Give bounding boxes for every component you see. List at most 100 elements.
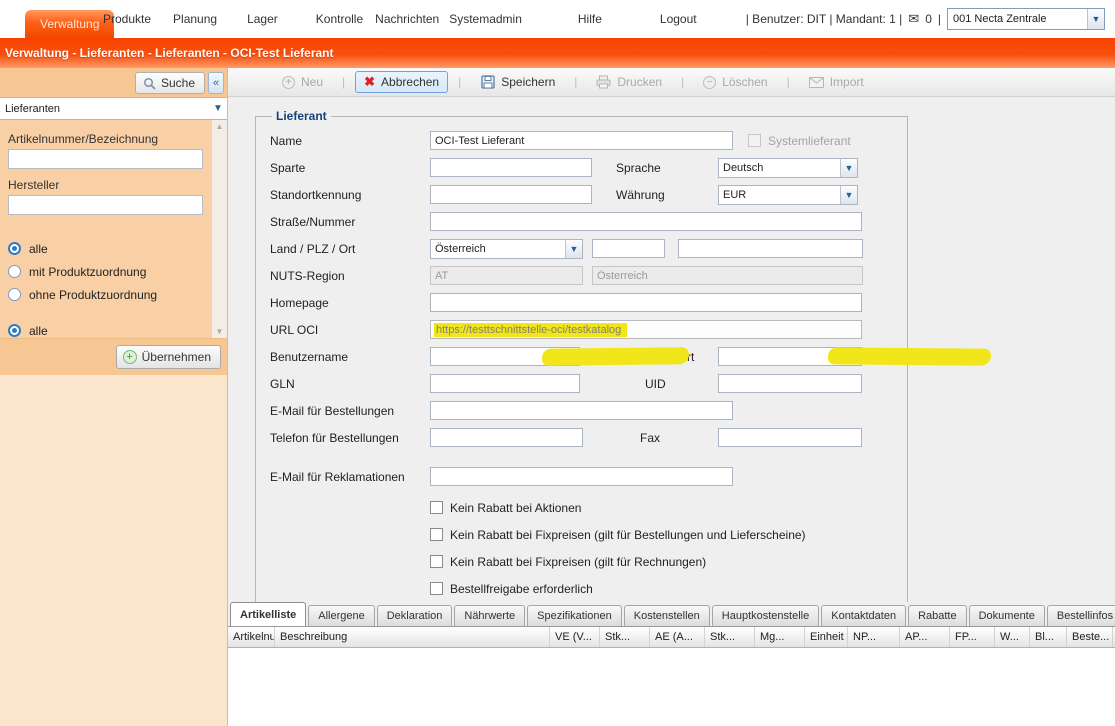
- tab-bestellinfos[interactable]: Bestellinfos: [1047, 605, 1115, 626]
- menu-planung[interactable]: Planung: [173, 12, 217, 26]
- bestellfreigabe-checkbox[interactable]: [430, 582, 443, 595]
- email-bestellungen-input[interactable]: [430, 401, 733, 420]
- tab-rabatte[interactable]: Rabatte: [908, 605, 967, 626]
- menu-produkte[interactable]: Produkte: [103, 12, 151, 26]
- email-bestellungen-label: E-Mail für Bestellungen: [270, 404, 430, 418]
- mandant-select[interactable]: 001 Necta Zentrale ▼: [947, 8, 1105, 30]
- url-oci-input[interactable]: https://testtschnittstelle-oci/testkatal…: [430, 320, 862, 339]
- col-w[interactable]: W...: [995, 627, 1030, 647]
- cancel-x-icon: ✖: [364, 74, 375, 90]
- tab-dokumente[interactable]: Dokumente: [969, 605, 1045, 626]
- search-button[interactable]: Suche: [135, 72, 205, 94]
- col-artikelnummer[interactable]: Artikelnu...: [228, 627, 275, 647]
- menu-lager[interactable]: Lager: [247, 12, 278, 26]
- speichern-button[interactable]: Speichern: [471, 72, 564, 93]
- radio-alle-2[interactable]: alle: [8, 319, 203, 338]
- uebernehmen-button[interactable]: + Übernehmen: [116, 345, 221, 369]
- collapse-sidebar-button[interactable]: «: [208, 72, 224, 94]
- url-oci-label: URL OCI: [270, 323, 430, 337]
- radio-alle[interactable]: alle: [8, 237, 203, 260]
- fax-input[interactable]: [718, 428, 862, 447]
- waehrung-label: Währung: [616, 188, 718, 202]
- gln-input[interactable]: [430, 374, 580, 393]
- import-label: Import: [830, 75, 864, 89]
- tab-bestellinfos-label: Bestellinfos: [1057, 610, 1113, 622]
- tab-deklaration[interactable]: Deklaration: [377, 605, 453, 626]
- mail-count: 0: [925, 12, 932, 26]
- col-ve[interactable]: VE (V...: [550, 627, 600, 647]
- meta-separator: |: [938, 12, 941, 26]
- filter-scrollbar[interactable]: ▲ ▼: [211, 120, 227, 338]
- mail-icon[interactable]: ✉: [908, 11, 919, 27]
- scroll-down-icon[interactable]: ▼: [216, 327, 224, 336]
- uebernehmen-label: Übernehmen: [142, 350, 211, 364]
- col-ap[interactable]: AP...: [900, 627, 950, 647]
- tab-kostenstellen[interactable]: Kostenstellen: [624, 605, 710, 626]
- module-select[interactable]: Lieferanten ▼: [0, 97, 227, 120]
- kein-rabatt-fixpreise-rech-checkbox[interactable]: [430, 555, 443, 568]
- col-mg[interactable]: Mg...: [755, 627, 805, 647]
- radio-mit-produktzuordnung[interactable]: mit Produktzuordnung: [8, 260, 203, 283]
- row-checkbox-fixpreise-rechnungen: Kein Rabatt bei Fixpreisen (gilt für Rec…: [270, 548, 907, 575]
- tab-kontaktdaten[interactable]: Kontaktdaten: [821, 605, 906, 626]
- waehrung-select[interactable]: EUR ▼: [718, 185, 858, 205]
- email-reklamationen-input[interactable]: [430, 467, 733, 486]
- sprache-label: Sprache: [616, 161, 718, 175]
- systemlieferant-checkbox[interactable]: [748, 134, 761, 147]
- import-button[interactable]: Import: [800, 72, 873, 93]
- col-stk-2[interactable]: Stk...: [705, 627, 755, 647]
- radio-ohne-produktzuordnung[interactable]: ohne Produktzuordnung: [8, 283, 203, 306]
- tab-verwaltung[interactable]: Verwaltung: [25, 10, 114, 38]
- speichern-label: Speichern: [501, 75, 555, 89]
- application-window: Verwaltung Produkte Planung Lager Kontro…: [0, 0, 1115, 726]
- menu-nachrichten[interactable]: Nachrichten: [375, 12, 439, 26]
- col-np[interactable]: NP...: [848, 627, 900, 647]
- land-select[interactable]: Österreich ▼: [430, 239, 583, 259]
- menu-systemadmin[interactable]: Systemadmin: [449, 12, 522, 26]
- homepage-input[interactable]: [430, 293, 862, 312]
- loeschen-label: Löschen: [722, 75, 767, 89]
- name-input[interactable]: [430, 131, 733, 150]
- chevron-down-icon: ▼: [1087, 9, 1104, 29]
- sprache-select[interactable]: Deutsch ▼: [718, 158, 858, 178]
- loeschen-button[interactable]: − Löschen: [694, 72, 776, 92]
- top-menu-bar: Verwaltung Produkte Planung Lager Kontro…: [0, 0, 1115, 38]
- col-beste[interactable]: Beste...: [1067, 627, 1113, 647]
- kein-rabatt-aktionen-checkbox[interactable]: [430, 501, 443, 514]
- url-oci-highlighted-value: https://testtschnittstelle-oci/testkatal…: [434, 323, 627, 337]
- abbrechen-button[interactable]: ✖ Abbrechen: [355, 71, 448, 93]
- menu-kontrolle[interactable]: Kontrolle: [316, 12, 363, 26]
- plz-input[interactable]: [592, 239, 665, 258]
- form-area: Lieferant Name Systemlieferant Sparte Sp…: [228, 97, 1115, 602]
- kein-rabatt-fixpreise-best-checkbox[interactable]: [430, 528, 443, 541]
- tab-spezifikationen[interactable]: Spezifikationen: [527, 605, 622, 626]
- col-beschreibung[interactable]: Beschreibung: [275, 627, 550, 647]
- toolbar-divider: |: [342, 75, 345, 89]
- tab-allergene[interactable]: Allergene: [308, 605, 374, 626]
- artikelnummer-input[interactable]: [8, 149, 203, 169]
- menu-logout[interactable]: Logout: [660, 12, 697, 26]
- top-menu: Produkte Planung Lager Kontrolle Nachric…: [103, 0, 697, 38]
- standortkennung-input[interactable]: [430, 185, 592, 204]
- main-content: + Neu | ✖ Abbrechen | Speichern |: [228, 68, 1115, 726]
- menu-hilfe[interactable]: Hilfe: [578, 12, 602, 26]
- col-stk-1[interactable]: Stk...: [600, 627, 650, 647]
- col-bl[interactable]: Bl...: [1030, 627, 1067, 647]
- tab-artikelliste[interactable]: Artikelliste: [230, 602, 306, 626]
- minus-circle-icon: −: [703, 76, 716, 89]
- drucken-button[interactable]: Drucken: [587, 72, 671, 93]
- tab-hauptkostenstelle[interactable]: Hauptkostenstelle: [712, 605, 819, 626]
- telefon-bestellungen-input[interactable]: [430, 428, 583, 447]
- sparte-input[interactable]: [430, 158, 592, 177]
- neu-button[interactable]: + Neu: [273, 72, 332, 92]
- col-fp[interactable]: FP...: [950, 627, 995, 647]
- uid-input[interactable]: [718, 374, 862, 393]
- tab-naehrwerte[interactable]: Nährwerte: [454, 605, 525, 626]
- strasse-input[interactable]: [430, 212, 862, 231]
- ort-input[interactable]: [678, 239, 863, 258]
- hersteller-input[interactable]: [8, 195, 203, 215]
- col-ae[interactable]: AE (A...: [650, 627, 705, 647]
- row-url-oci: URL OCI https://testtschnittstelle-oci/t…: [270, 316, 907, 343]
- scroll-up-icon[interactable]: ▲: [216, 122, 224, 131]
- col-einheit[interactable]: Einheit: [805, 627, 848, 647]
